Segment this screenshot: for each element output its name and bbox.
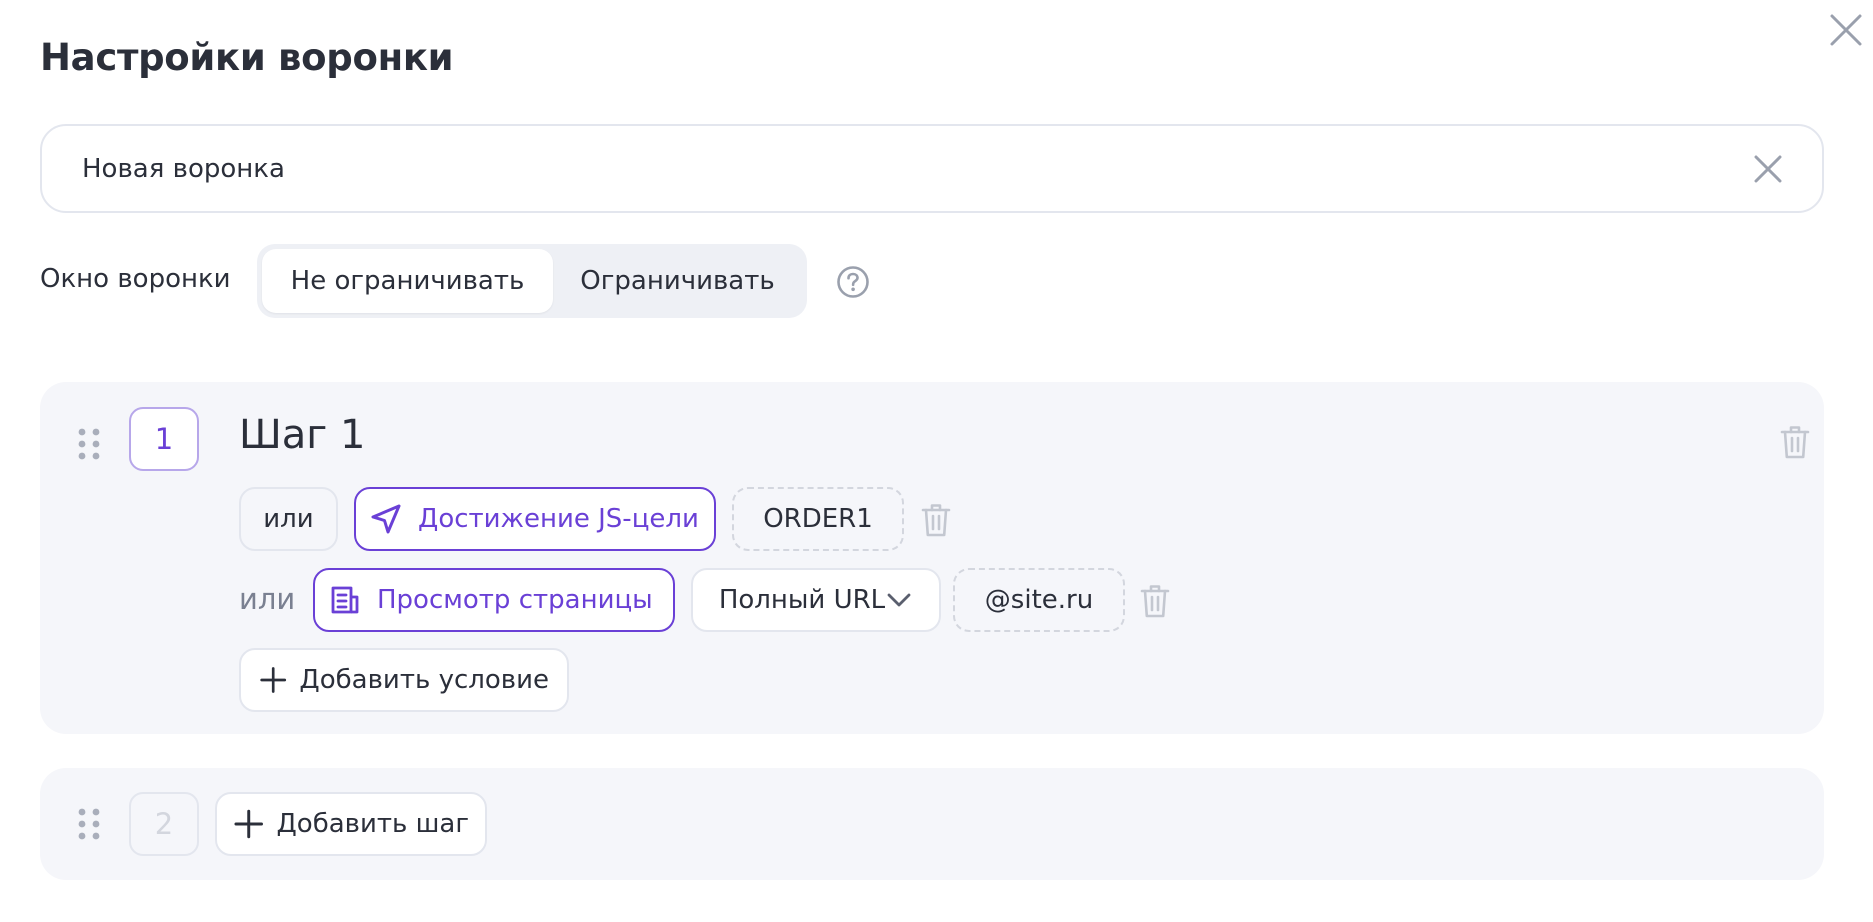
condition-type-label: Просмотр страницы [377,585,653,615]
step-number-badge: 1 [129,407,199,471]
close-dialog-button[interactable] [1826,10,1866,50]
plus-icon [260,667,287,693]
close-icon [1830,14,1862,46]
url-match-select[interactable]: Полный URL [691,568,941,632]
page-view-icon [331,586,359,614]
goal-identifier-field[interactable]: ORDER1 [732,487,904,551]
delete-condition-icon[interactable] [921,502,951,538]
window-option-unlimited[interactable]: Не ограничивать [262,249,553,313]
funnel-name-input[interactable] [80,152,1748,185]
url-value-field[interactable]: @site.ru [953,568,1125,632]
condition-type-page-view[interactable]: Просмотр страницы [313,568,675,632]
step-card-2: 2 Добавить шаг [40,768,1824,880]
funnel-window-toggle: Не ограничивать Ограничивать [257,244,807,318]
add-step-button[interactable]: Добавить шаг [215,792,487,856]
url-match-value: Полный URL [718,585,886,615]
step-title[interactable]: Шаг 1 [239,412,365,458]
condition-type-label: Достижение JS-цели [418,504,699,534]
add-condition-button[interactable]: Добавить условие [239,648,569,712]
funnel-name-field [40,124,1824,213]
page-title: Настройки воронки [40,36,454,79]
delete-condition-icon[interactable] [1140,583,1170,619]
condition-connector-label: или [239,582,296,616]
condition-type-js-goal[interactable]: Достижение JS-цели [354,487,716,551]
drag-handle-icon[interactable] [76,806,102,842]
clear-name-button[interactable] [1748,149,1788,189]
step-number-badge: 2 [129,792,199,856]
add-condition-label: Добавить условие [299,665,549,695]
step-card-1: 1 Шаг 1 или Достижение JS-цели ORDER1 ил… [40,382,1824,734]
window-option-limited[interactable]: Ограничивать [553,249,802,313]
navigation-arrow-icon [371,504,401,534]
funnel-window-label: Окно воронки [40,264,231,294]
condition-connector-select[interactable]: или [239,487,338,551]
close-icon [1754,155,1782,182]
delete-step-icon[interactable] [1780,424,1810,460]
help-icon[interactable] [836,265,870,299]
chevron-down-icon [887,593,911,607]
add-step-label: Добавить шаг [276,809,469,839]
plus-icon [234,809,263,839]
drag-handle-icon[interactable] [76,426,102,462]
